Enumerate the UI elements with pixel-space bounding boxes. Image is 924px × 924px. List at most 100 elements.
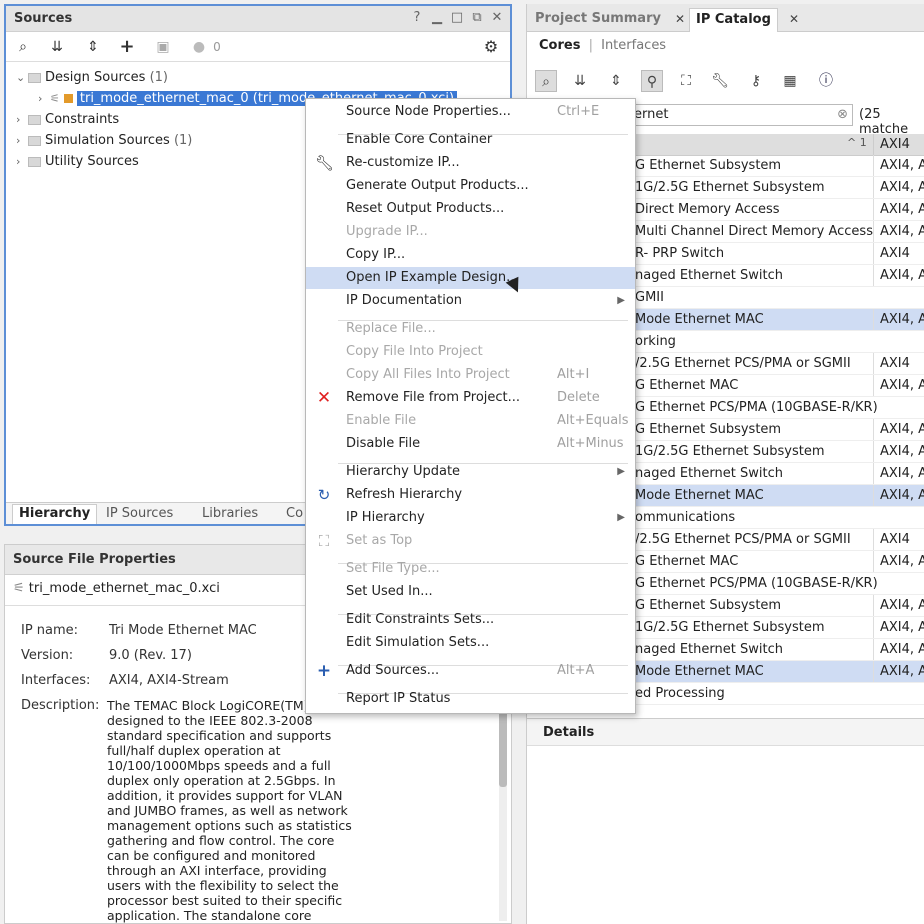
tree-simulation-sources[interactable]: › Simulation Sources (1): [16, 131, 192, 151]
table-row[interactable]: G Ethernet Subsystem AXI4, AX: [627, 155, 924, 177]
table-row[interactable]: G Ethernet MAC AXI4, AX: [627, 375, 924, 397]
float-icon[interactable]: ⧉: [470, 10, 484, 26]
filter-icon[interactable]: ⚲: [641, 70, 663, 92]
table-row[interactable]: Multi Channel Direct Memory Access AXI4, …: [627, 221, 924, 243]
tab-ip-catalog[interactable]: IP Catalog: [689, 8, 778, 32]
chevron-right-icon[interactable]: ›: [16, 110, 28, 130]
minimize-icon[interactable]: ▁: [430, 10, 444, 26]
info-icon[interactable]: ⓘ: [815, 70, 837, 92]
sources-toolbar: ⌕ ⇊ ⇕ + ▣ ● 0 ⚙: [6, 32, 510, 62]
menu-item-report-ip-status[interactable]: Report IP Status: [306, 688, 635, 710]
menu-item-label: Add Sources...: [346, 663, 440, 678]
ip-name-cell: Mode Ethernet MAC: [635, 312, 764, 327]
catalog-search-input[interactable]: ernet ⊗: [627, 104, 853, 126]
table-row[interactable]: 1G/2.5G Ethernet Subsystem AXI4, AX: [627, 177, 924, 199]
add-icon[interactable]: +: [118, 38, 136, 56]
collapse-all-icon[interactable]: ⇊: [48, 38, 66, 56]
table-row[interactable]: Mode Ethernet MAC AXI4, AX: [627, 661, 924, 683]
menu-item-generate-output-products[interactable]: Generate Output Products...: [306, 175, 635, 197]
table-row[interactable]: G Ethernet PCS/PMA (10GBASE-R/KR): [627, 573, 924, 595]
interfaces-column-header[interactable]: AXI4: [873, 134, 910, 156]
ip-interfaces-cell: AXI4, AX: [873, 595, 924, 616]
table-row[interactable]: naged Ethernet Switch AXI4, AX: [627, 639, 924, 661]
maximize-icon[interactable]: □: [450, 10, 464, 26]
expand-all-icon[interactable]: ⇕: [605, 70, 627, 92]
wrench-icon[interactable]: 🔧︎: [709, 70, 731, 92]
menu-item-edit-simulation-sets[interactable]: Edit Simulation Sets...: [306, 632, 635, 654]
properties-icon[interactable]: ▣: [154, 38, 172, 56]
gear-icon[interactable]: ⚙: [482, 38, 500, 56]
tab-ip-sources[interactable]: IP Sources: [106, 506, 173, 521]
menu-item-add-sources[interactable]: + Add Sources... Alt+A: [306, 660, 635, 682]
ip-icon: ⚟: [50, 92, 60, 105]
search-icon[interactable]: ⌕: [535, 70, 557, 92]
ip-name-cell: G Ethernet MAC: [635, 554, 739, 569]
close-icon[interactable]: ✕: [490, 10, 504, 26]
table-row[interactable]: G Ethernet PCS/PMA (10GBASE-R/KR): [627, 397, 924, 419]
chevron-right-icon[interactable]: ›: [16, 152, 28, 172]
menu-item-hierarchy-update[interactable]: Hierarchy Update ▶: [306, 461, 635, 483]
menu-item-source-node-properties[interactable]: Source Node Properties... Ctrl+E: [306, 101, 635, 123]
table-row[interactable]: G Ethernet Subsystem AXI4, AX: [627, 419, 924, 441]
table-row[interactable]: Direct Memory Access AXI4, AX: [627, 199, 924, 221]
table-row[interactable]: 1G/2.5G Ethernet Subsystem AXI4, AX: [627, 617, 924, 639]
chevron-down-icon[interactable]: ⌄: [16, 68, 28, 88]
close-tab-icon[interactable]: ✕: [675, 12, 685, 26]
tab-hierarchy[interactable]: Hierarchy: [12, 504, 98, 524]
sort-indicator[interactable]: ^ 1: [847, 136, 867, 149]
subtab-cores[interactable]: Cores: [539, 38, 580, 53]
subtab-interfaces[interactable]: Interfaces: [601, 38, 666, 53]
ip-interfaces-cell: AXI4, AX: [873, 177, 924, 198]
chevron-right-icon[interactable]: ›: [38, 89, 50, 109]
menu-item-ip-hierarchy[interactable]: IP Hierarchy ▶: [306, 507, 635, 529]
table-row[interactable]: /2.5G Ethernet PCS/PMA or SGMII AXI4: [627, 353, 924, 375]
clear-search-icon[interactable]: ⊗: [837, 105, 848, 125]
table-row[interactable]: ommunications: [627, 507, 924, 529]
tree-design-sources[interactable]: ⌄ Design Sources (1): [16, 68, 168, 88]
table-row[interactable]: GMII: [627, 287, 924, 309]
menu-item-reset-output-products[interactable]: Reset Output Products...: [306, 198, 635, 220]
table-row[interactable]: /2.5G Ethernet PCS/PMA or SGMII AXI4: [627, 529, 924, 551]
menu-item-enable-core-container[interactable]: Enable Core Container: [306, 129, 635, 151]
table-row[interactable]: R- PRP Switch AXI4: [627, 243, 924, 265]
table-row[interactable]: Mode Ethernet MAC AXI4, AX: [627, 309, 924, 331]
table-row[interactable]: ed Processing: [627, 683, 924, 705]
hierarchy-icon[interactable]: ⛶: [675, 70, 697, 92]
search-icon[interactable]: ⌕: [14, 38, 32, 56]
chevron-right-icon[interactable]: ›: [16, 131, 28, 151]
menu-item-set-used-in[interactable]: Set Used In...: [306, 581, 635, 603]
tab-libraries[interactable]: Libraries: [202, 506, 258, 521]
tab-compile-order[interactable]: Co: [286, 506, 303, 521]
ip-name-cell: Mode Ethernet MAC: [635, 664, 764, 679]
table-row[interactable]: orking: [627, 331, 924, 353]
menu-item-open-ip-example-design[interactable]: Open IP Example Design...: [306, 267, 635, 289]
close-tab-icon[interactable]: ✕: [789, 12, 799, 26]
ip-name-cell: ommunications: [635, 510, 736, 525]
details-header: Details: [527, 718, 924, 746]
menu-item-refresh-hierarchy[interactable]: ↻ Refresh Hierarchy: [306, 484, 635, 506]
sources-title: Sources: [14, 11, 73, 26]
table-row[interactable]: G Ethernet Subsystem AXI4, AX: [627, 595, 924, 617]
menu-item-label: Refresh Hierarchy: [346, 487, 463, 502]
key-icon[interactable]: ⚷: [745, 70, 767, 92]
table-row[interactable]: naged Ethernet Switch AXI4, AX: [627, 463, 924, 485]
expand-all-icon[interactable]: ⇕: [84, 38, 102, 56]
menu-item-ip-documentation[interactable]: IP Documentation ▶: [306, 290, 635, 312]
table-row[interactable]: naged Ethernet Switch AXI4, AX: [627, 265, 924, 287]
menu-item-label: Set Used In...: [346, 584, 433, 599]
menu-item-disable-file[interactable]: Disable File Alt+Minus: [306, 433, 635, 455]
tree-utility-sources[interactable]: › Utility Sources: [16, 152, 139, 172]
tree-constraints[interactable]: › Constraints: [16, 110, 119, 130]
collapse-all-icon[interactable]: ⇊: [569, 70, 591, 92]
menu-item-edit-constraints-sets[interactable]: Edit Constraints Sets...: [306, 609, 635, 631]
match-count: (25 matche: [859, 107, 909, 137]
menu-item-remove-file-from-project[interactable]: ✕ Remove File from Project... Delete: [306, 387, 635, 409]
table-row[interactable]: 1G/2.5G Ethernet Subsystem AXI4, AX: [627, 441, 924, 463]
table-row[interactable]: Mode Ethernet MAC AXI4, AX: [627, 485, 924, 507]
help-icon[interactable]: ?: [410, 10, 424, 26]
menu-item-copy-ip[interactable]: Copy IP...: [306, 244, 635, 266]
menu-item-re-customize-ip[interactable]: 🔧︎ Re-customize IP...: [306, 152, 635, 174]
tab-project-summary[interactable]: Project Summary: [529, 8, 667, 32]
chip-icon[interactable]: ▦: [779, 70, 801, 92]
table-row[interactable]: G Ethernet MAC AXI4, AX: [627, 551, 924, 573]
